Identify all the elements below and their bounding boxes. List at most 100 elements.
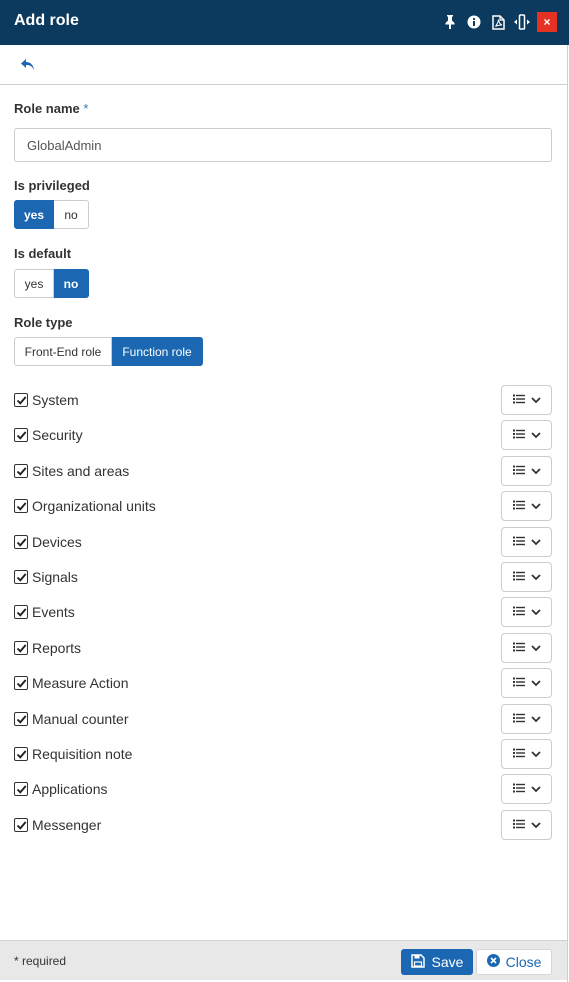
close-button[interactable]: Close xyxy=(476,949,552,975)
role-type-function[interactable]: Function role xyxy=(112,337,203,366)
permission-menu-button[interactable] xyxy=(501,491,552,521)
window-close-button[interactable]: × xyxy=(537,12,557,32)
list-icon xyxy=(512,391,525,409)
chevron-down-icon xyxy=(530,674,541,692)
permission-checkbox[interactable] xyxy=(14,464,28,478)
permission-checkbox[interactable] xyxy=(14,499,28,513)
list-icon xyxy=(512,745,525,763)
required-note: * required xyxy=(14,954,67,968)
list-icon xyxy=(512,497,525,515)
close-circle-icon xyxy=(486,954,500,970)
list-icon xyxy=(512,639,525,657)
permission-menu-button[interactable] xyxy=(501,597,552,627)
chevron-down-icon xyxy=(530,391,541,409)
permission-checkbox[interactable] xyxy=(14,605,28,619)
role-name-input[interactable] xyxy=(14,128,552,162)
role-type-front-end[interactable]: Front-End role xyxy=(14,337,112,366)
chevron-down-icon xyxy=(530,639,541,657)
permission-menu-button[interactable] xyxy=(501,704,552,734)
back-arrow-icon[interactable] xyxy=(20,58,38,72)
permission-checkbox[interactable] xyxy=(14,393,28,407)
pin-icon[interactable] xyxy=(441,13,459,31)
is-default-label: Is default xyxy=(14,246,72,261)
role-name-label: Role name * xyxy=(14,101,88,116)
permission-label: Requisition note xyxy=(32,746,133,762)
permission-menu-button[interactable] xyxy=(501,385,552,415)
list-icon xyxy=(512,533,525,551)
permission-menu-button[interactable] xyxy=(501,668,552,698)
permission-checkbox[interactable] xyxy=(14,641,28,655)
permission-menu-button[interactable] xyxy=(501,420,552,450)
permission-checkbox[interactable] xyxy=(14,782,28,796)
permission-menu-button[interactable] xyxy=(501,633,552,663)
is-privileged-no[interactable]: no xyxy=(54,200,89,229)
permission-menu-button[interactable] xyxy=(501,774,552,804)
permission-menu-button[interactable] xyxy=(501,562,552,592)
permission-row: Organizational units xyxy=(14,491,552,521)
permission-label: Signals xyxy=(32,569,78,585)
permission-label: Devices xyxy=(32,534,82,550)
resize-icon[interactable] xyxy=(513,13,531,31)
permission-label: Sites and areas xyxy=(32,463,130,479)
close-icon: × xyxy=(543,15,551,29)
panel-border xyxy=(567,45,568,982)
permission-menu-button[interactable] xyxy=(501,810,552,840)
permission-row: Measure Action xyxy=(14,668,552,698)
is-privileged-label: Is privileged xyxy=(14,178,90,193)
required-marker: * xyxy=(83,101,89,116)
permission-label: Messenger xyxy=(32,817,102,833)
role-type-label: Role type xyxy=(14,315,73,330)
is-privileged-yes[interactable]: yes xyxy=(14,200,54,229)
chevron-down-icon xyxy=(530,745,541,763)
chevron-down-icon xyxy=(530,710,541,728)
permission-label: Manual counter xyxy=(32,711,129,727)
role-name-label-text: Role name xyxy=(14,101,80,116)
permission-checkbox[interactable] xyxy=(14,676,28,690)
chevron-down-icon xyxy=(530,568,541,586)
list-icon xyxy=(512,603,525,621)
chevron-down-icon xyxy=(530,497,541,515)
permission-row: Manual counter xyxy=(14,704,552,734)
chevron-down-icon xyxy=(530,462,541,480)
is-default-no[interactable]: no xyxy=(54,269,89,298)
permission-checkbox[interactable] xyxy=(14,570,28,584)
is-default-yes[interactable]: yes xyxy=(14,269,54,298)
save-label: Save xyxy=(431,954,464,970)
permission-checkbox[interactable] xyxy=(14,818,28,832)
permission-checkbox[interactable] xyxy=(14,747,28,761)
chevron-down-icon xyxy=(530,426,541,444)
permission-row: Requisition note xyxy=(14,739,552,769)
window-title: Add role xyxy=(14,12,79,29)
dialog-footer: * required Save Close xyxy=(0,940,567,980)
chevron-down-icon xyxy=(530,816,541,834)
permission-label: Security xyxy=(32,427,83,443)
permission-menu-button[interactable] xyxy=(501,739,552,769)
permission-row: Messenger xyxy=(14,810,552,840)
list-icon xyxy=(512,674,525,692)
permission-row: Reports xyxy=(14,633,552,663)
permission-checkbox[interactable] xyxy=(14,535,28,549)
permission-menu-button[interactable] xyxy=(501,527,552,557)
save-icon xyxy=(410,953,426,971)
list-icon xyxy=(512,426,525,444)
permission-checkbox[interactable] xyxy=(14,712,28,726)
save-button[interactable]: Save xyxy=(401,949,473,975)
permission-menu-button[interactable] xyxy=(501,456,552,486)
permission-label: System xyxy=(32,392,79,408)
pdf-icon[interactable] xyxy=(489,13,507,31)
permission-row: Events xyxy=(14,597,552,627)
permission-label: Reports xyxy=(32,640,82,656)
is-privileged-toggle: yes no xyxy=(14,200,89,229)
list-icon xyxy=(512,780,525,798)
permission-label: Organizational units xyxy=(32,498,156,514)
list-icon xyxy=(512,462,525,480)
chevron-down-icon xyxy=(530,780,541,798)
permission-row: Signals xyxy=(14,562,552,592)
permission-checkbox[interactable] xyxy=(14,428,28,442)
is-default-toggle: yes no xyxy=(14,269,89,298)
list-icon xyxy=(512,568,525,586)
permission-row: Sites and areas xyxy=(14,456,552,486)
permission-row: System xyxy=(14,385,552,415)
close-label: Close xyxy=(505,954,542,970)
info-icon[interactable] xyxy=(465,13,483,31)
